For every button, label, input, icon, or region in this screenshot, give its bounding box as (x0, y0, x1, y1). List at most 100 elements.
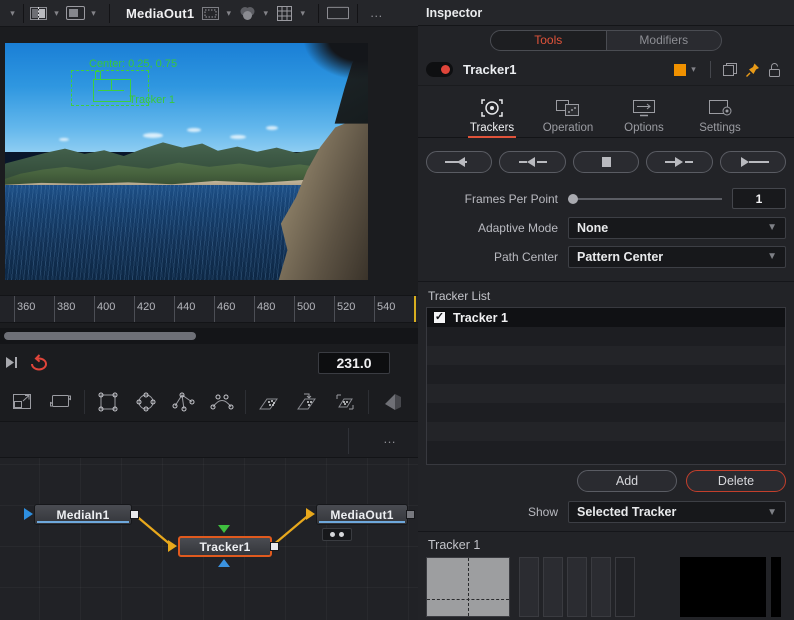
copy-icon[interactable] (720, 60, 742, 80)
pattern-preview-black-thin[interactable] (771, 557, 781, 617)
go-to-end-icon[interactable] (4, 355, 19, 373)
playhead[interactable] (414, 296, 416, 322)
timeline-ruler[interactable]: 360 380 400 420 440 460 480 500 520 540 (0, 295, 418, 323)
node-input-arrow[interactable] (306, 508, 315, 520)
chevron-down-icon[interactable]: ▾ (295, 3, 310, 23)
node-mediain1[interactable]: MediaIn1 (34, 504, 132, 525)
current-time-field[interactable]: 231.0 (318, 352, 390, 374)
tab-options[interactable]: Options (614, 98, 674, 137)
stop-button[interactable] (572, 151, 640, 173)
chevron-down-icon: ▼ (767, 222, 777, 233)
tab-trackers[interactable]: Trackers (462, 97, 522, 138)
slider-knob[interactable] (568, 193, 578, 204)
tracker-list-empty-row[interactable] (427, 422, 785, 441)
node-input-arrow[interactable] (24, 508, 33, 520)
step-back-button[interactable] (499, 151, 566, 173)
node-graph-more-icon[interactable]: … (383, 432, 398, 445)
node-foreground-input-arrow[interactable] (218, 525, 230, 533)
lock-icon[interactable] (764, 60, 786, 80)
tracker-list-empty-row[interactable] (427, 365, 785, 384)
node-background-input-arrow[interactable] (218, 559, 230, 567)
tab-label: Settings (699, 122, 741, 134)
node-tracker1[interactable]: Tracker1 (178, 536, 272, 557)
paint-stroke-icon[interactable] (250, 385, 288, 419)
frame-icon[interactable] (327, 3, 350, 23)
chevron-down-icon[interactable]: ▾ (258, 3, 273, 23)
single-view-icon[interactable] (64, 3, 86, 23)
tool-color-swatch[interactable] (674, 63, 686, 76)
tracker-list-item[interactable]: ✓ Tracker 1 (427, 308, 785, 327)
color-wheels-icon[interactable] (236, 3, 258, 23)
chevron-down-icon[interactable]: ▾ (5, 3, 20, 23)
tracker-list-empty-row[interactable] (427, 441, 785, 460)
node-label: MediaOut1 (330, 507, 394, 522)
ellipse-mask-icon[interactable] (127, 385, 165, 419)
node-output-port[interactable] (406, 510, 415, 519)
bspline-mask-icon[interactable] (203, 385, 241, 419)
step-forward-button[interactable] (646, 151, 713, 173)
tracker-list-empty-row[interactable] (427, 403, 785, 422)
frames-per-point-value[interactable]: 1 (732, 188, 786, 209)
grid-icon[interactable] (273, 3, 295, 23)
tab-tools[interactable]: Tools (491, 30, 607, 50)
node-input-arrow[interactable] (168, 540, 177, 552)
tracker-list[interactable]: ✓ Tracker 1 (426, 307, 786, 465)
reset-transform-icon[interactable] (42, 385, 80, 419)
viewer-node-group: MediaOut1 ▾ ▾ ▾ (113, 0, 315, 27)
adaptive-mode-dropdown[interactable]: None ▼ (568, 216, 786, 239)
viewer-image[interactable]: Center: 0.25, 0.75 Tracker 1 (5, 43, 368, 280)
fit-to-window-icon[interactable] (4, 385, 42, 419)
roi-icon[interactable] (199, 3, 221, 23)
pattern-slot[interactable] (591, 557, 611, 617)
tab-settings[interactable]: Settings (690, 98, 750, 137)
node-graph-header: … (0, 422, 418, 458)
paint-clone-icon[interactable] (288, 385, 326, 419)
divider (23, 3, 24, 23)
tracker-list-empty-row[interactable] (427, 327, 785, 346)
wipe-icon[interactable] (373, 385, 411, 419)
split-view-icon[interactable] (27, 3, 49, 23)
node-graph[interactable]: MediaIn1 Tracker1 MediaOut1 (0, 458, 418, 620)
rectangle-mask-icon[interactable] (89, 385, 127, 419)
timeline-scrollbar-thumb[interactable] (4, 332, 196, 340)
node-output-port[interactable] (130, 510, 139, 519)
pattern-slot[interactable] (615, 557, 635, 617)
dropdown-value: Selected Tracker (577, 505, 677, 519)
pattern-slot[interactable] (567, 557, 587, 617)
more-options-icon[interactable]: … (366, 3, 388, 23)
timeline-scrollbar[interactable] (0, 328, 418, 344)
pattern-slot[interactable] (519, 557, 539, 617)
path-center-dropdown[interactable]: Pattern Center ▼ (568, 245, 786, 268)
loop-playback-icon[interactable] (28, 354, 50, 375)
track-forward-button[interactable] (719, 151, 787, 173)
chevron-down-icon[interactable]: ▾ (86, 3, 101, 23)
show-row: Show Selected Tracker ▼ (418, 497, 794, 527)
inspector-title: Inspector (418, 0, 794, 26)
pin-icon[interactable] (742, 60, 764, 80)
tracker-enabled-checkbox[interactable]: ✓ (433, 311, 446, 324)
delete-tracker-button[interactable]: Delete (686, 470, 786, 492)
pattern-crosshair-v (468, 558, 469, 616)
pattern-preview-black[interactable] (680, 557, 766, 617)
polygon-mask-icon[interactable] (165, 385, 203, 419)
paint-region-icon[interactable] (326, 385, 364, 419)
add-tracker-button[interactable]: Add (577, 470, 677, 492)
tracker-list-empty-row[interactable] (427, 384, 785, 403)
track-reverse-button[interactable] (426, 151, 493, 173)
chevron-down-icon[interactable]: ▾ (686, 60, 701, 80)
viewer-area[interactable]: Center: 0.25, 0.75 Tracker 1 (0, 27, 418, 295)
node-view-badges[interactable] (322, 528, 352, 541)
tab-modifiers[interactable]: Modifiers (607, 31, 722, 50)
node-mediaout1[interactable]: MediaOut1 (316, 504, 408, 525)
chevron-down-icon[interactable]: ▾ (49, 3, 64, 23)
show-dropdown[interactable]: Selected Tracker ▼ (568, 501, 786, 523)
pattern-thumbnail[interactable] (426, 557, 510, 617)
frames-per-point-slider[interactable] (568, 193, 722, 204)
node-output-port[interactable] (270, 542, 279, 551)
tab-label: Options (624, 122, 664, 134)
tool-enable-toggle[interactable] (426, 62, 453, 77)
tab-operation[interactable]: Operation (538, 98, 598, 137)
pattern-slot[interactable] (543, 557, 563, 617)
chevron-down-icon[interactable]: ▾ (221, 3, 236, 23)
tracker-list-empty-row[interactable] (427, 346, 785, 365)
